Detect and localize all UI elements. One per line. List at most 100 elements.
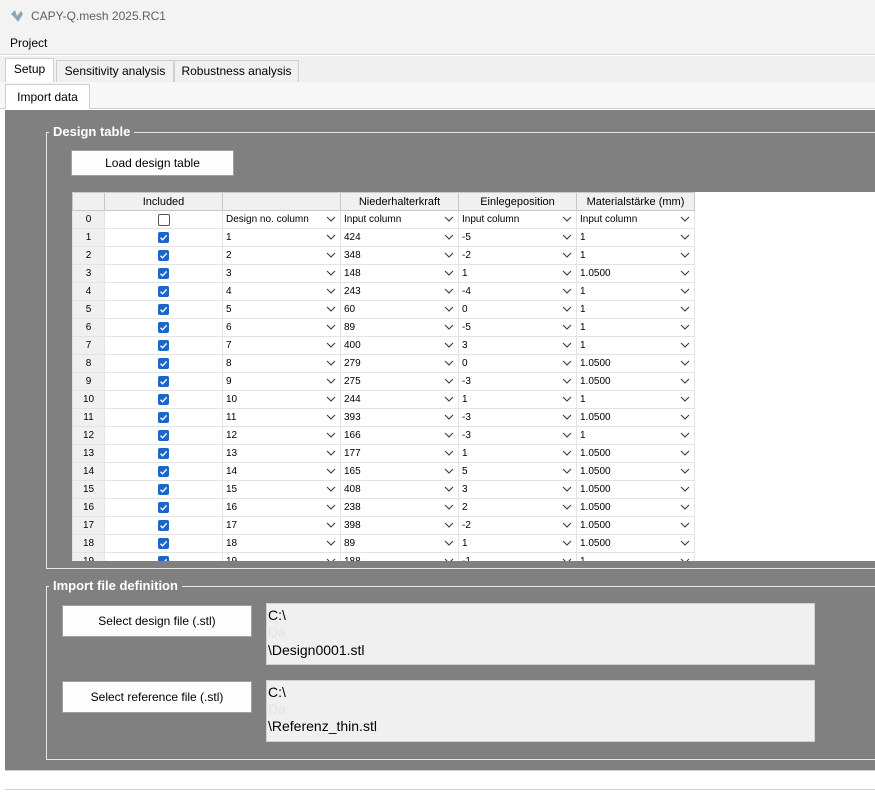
included-checkbox[interactable] [158,231,169,243]
select-design-file-button[interactable]: Select design file (.stl) [62,605,252,637]
included-checkbox[interactable] [158,303,169,315]
cell-niederhalterkraft[interactable]: 177 [340,444,459,463]
included-checkbox[interactable] [158,465,169,477]
cell-einlegeposition[interactable]: -5 [458,228,577,247]
cell-einlegeposition[interactable]: -2 [458,246,577,265]
cell-niederhalterkraft[interactable]: 275 [340,372,459,391]
cell-einlegeposition[interactable]: -4 [458,282,577,301]
cell-materialstaerke[interactable]: 1.0500 [576,264,695,283]
cell-materialstaerke[interactable]: 1 [576,246,695,265]
include-all-checkbox[interactable] [157,213,170,226]
cell-einlegeposition[interactable]: 1 [458,444,577,463]
included-checkbox[interactable] [158,375,169,387]
cell-einlegeposition[interactable]: -3 [458,372,577,391]
cell-niederhalterkraft[interactable]: 148 [340,264,459,283]
cell-materialstaerke[interactable]: 1 [576,228,695,247]
cell-niederhalterkraft[interactable]: 238 [340,498,459,517]
included-checkbox[interactable] [158,267,169,279]
select-reference-file-button[interactable]: Select reference file (.stl) [62,681,252,713]
cell-design-no[interactable]: 15 [222,480,341,499]
cell-design-no[interactable]: 11 [222,408,341,427]
cell-niederhalterkraft[interactable]: 400 [340,336,459,355]
cell-niederhalterkraft[interactable]: 165 [340,462,459,481]
included-checkbox[interactable] [158,339,169,351]
materialstaerke-column-select[interactable]: Input column [576,210,695,229]
cell-materialstaerke[interactable]: 1 [576,282,695,301]
cell-materialstaerke[interactable]: 1 [576,552,695,561]
cell-materialstaerke[interactable]: 1.0500 [576,534,695,553]
cell-design-no[interactable]: 10 [222,390,341,409]
cell-design-no[interactable]: 8 [222,354,341,373]
cell-design-no[interactable]: 13 [222,444,341,463]
cell-design-no[interactable]: 16 [222,498,341,517]
included-checkbox[interactable] [158,447,169,459]
cell-materialstaerke[interactable]: 1.0500 [576,462,695,481]
cell-niederhalterkraft[interactable]: 243 [340,282,459,301]
cell-niederhalterkraft[interactable]: 166 [340,426,459,445]
cell-einlegeposition[interactable]: 0 [458,300,577,319]
header-included[interactable]: Included [104,192,223,211]
included-checkbox[interactable] [158,555,169,561]
cell-materialstaerke[interactable]: 1 [576,426,695,445]
cell-materialstaerke[interactable]: 1.0500 [576,372,695,391]
cell-niederhalterkraft[interactable]: 279 [340,354,459,373]
tab-setup[interactable]: Setup [5,58,54,82]
cell-design-no[interactable]: 3 [222,264,341,283]
cell-materialstaerke[interactable]: 1.0500 [576,498,695,517]
cell-design-no[interactable]: 5 [222,300,341,319]
cell-niederhalterkraft[interactable]: 89 [340,534,459,553]
cell-design-no[interactable]: 7 [222,336,341,355]
cell-einlegeposition[interactable]: 3 [458,480,577,499]
tab-sensitivity-analysis[interactable]: Sensitivity analysis [56,60,174,82]
included-checkbox[interactable] [158,483,169,495]
cell-einlegeposition[interactable]: 0 [458,354,577,373]
niederhalterkraft-column-select[interactable]: Input column [340,210,459,229]
design-column-select[interactable]: Design no. column [222,210,341,229]
cell-niederhalterkraft[interactable]: 398 [340,516,459,535]
cell-design-no[interactable]: 1 [222,228,341,247]
load-design-table-button[interactable]: Load design table [71,150,234,176]
cell-niederhalterkraft[interactable]: 348 [340,246,459,265]
cell-design-no[interactable]: 14 [222,462,341,481]
included-checkbox[interactable] [158,249,169,261]
cell-einlegeposition[interactable]: -3 [458,408,577,427]
header-niederhalterkraft[interactable]: Niederhalterkraft [340,192,459,211]
tab-import-data[interactable]: Import data [5,84,90,109]
cell-design-no[interactable]: 18 [222,534,341,553]
cell-materialstaerke[interactable]: 1.0500 [576,408,695,427]
cell-einlegeposition[interactable]: 2 [458,498,577,517]
cell-einlegeposition[interactable]: -1 [458,552,577,561]
cell-design-no[interactable]: 12 [222,426,341,445]
header-einlegeposition[interactable]: Einlegeposition [458,192,577,211]
cell-materialstaerke[interactable]: 1.0500 [576,354,695,373]
included-checkbox[interactable] [158,429,169,441]
included-checkbox[interactable] [158,393,169,405]
cell-einlegeposition[interactable]: 1 [458,534,577,553]
cell-materialstaerke[interactable]: 1.0500 [576,480,695,499]
included-checkbox[interactable] [158,321,169,333]
einlegeposition-column-select[interactable]: Input column [458,210,577,229]
cell-niederhalterkraft[interactable]: 424 [340,228,459,247]
header-blank[interactable] [222,192,341,211]
cell-einlegeposition[interactable]: 5 [458,462,577,481]
cell-design-no[interactable]: 9 [222,372,341,391]
cell-materialstaerke[interactable]: 1 [576,300,695,319]
cell-niederhalterkraft[interactable]: 408 [340,480,459,499]
cell-materialstaerke[interactable]: 1 [576,318,695,337]
cell-design-no[interactable]: 19 [222,552,341,561]
cell-einlegeposition[interactable]: 1 [458,390,577,409]
cell-einlegeposition[interactable]: 3 [458,336,577,355]
cell-materialstaerke[interactable]: 1.0500 [576,444,695,463]
cell-niederhalterkraft[interactable]: 244 [340,390,459,409]
cell-einlegeposition[interactable]: 1 [458,264,577,283]
header-materialstaerke[interactable]: Materialstärke (mm) [576,192,695,211]
cell-design-no[interactable]: 17 [222,516,341,535]
included-checkbox[interactable] [158,501,169,513]
cell-einlegeposition[interactable]: -5 [458,318,577,337]
included-checkbox[interactable] [158,537,169,549]
cell-einlegeposition[interactable]: -2 [458,516,577,535]
included-checkbox[interactable] [158,357,169,369]
cell-design-no[interactable]: 6 [222,318,341,337]
cell-materialstaerke[interactable]: 1 [576,336,695,355]
cell-materialstaerke[interactable]: 1 [576,390,695,409]
